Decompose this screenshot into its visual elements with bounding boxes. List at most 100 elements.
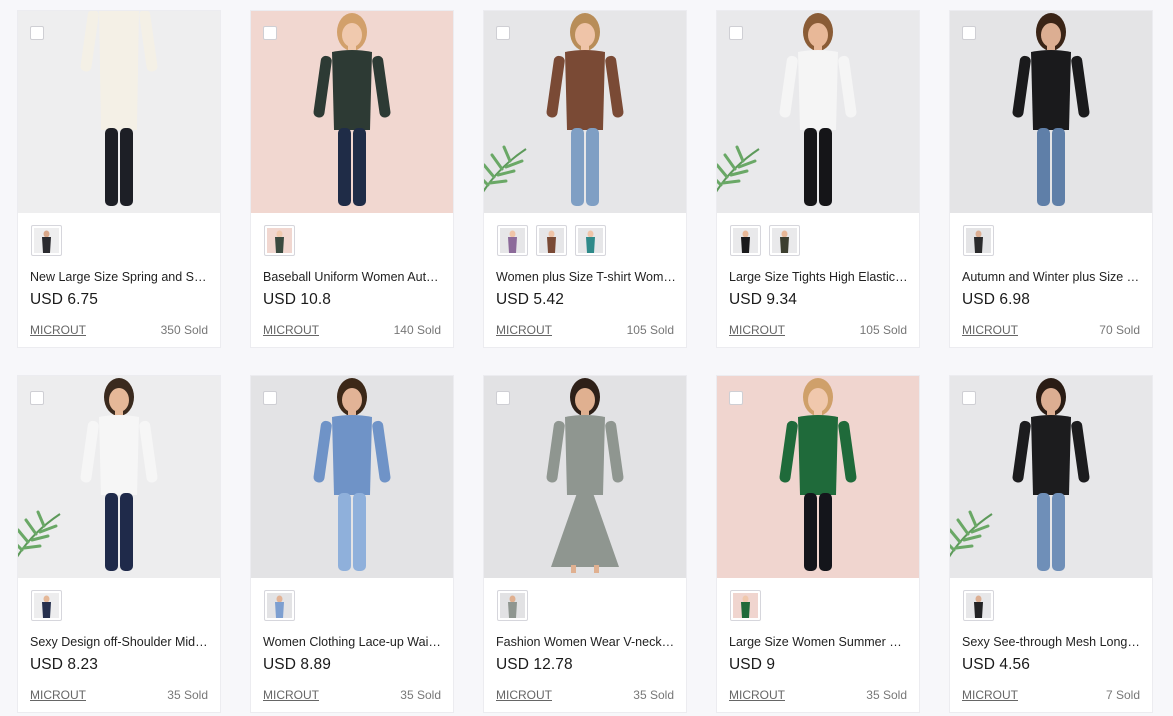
store-link[interactable]: MICROUT (962, 323, 1018, 337)
product-image[interactable] (484, 11, 686, 213)
product-image[interactable] (251, 376, 453, 578)
sold-count: 105 Sold (859, 323, 907, 337)
color-swatch[interactable] (963, 225, 994, 256)
store-link[interactable]: MICROUT (30, 688, 86, 702)
product-card[interactable]: Large Size Women Summer Styl... USD 9 MICR… (716, 375, 920, 713)
color-swatch[interactable] (575, 225, 606, 256)
store-link[interactable]: MICROUT (496, 323, 552, 337)
product-image[interactable] (950, 376, 1152, 578)
model-figure (282, 11, 422, 213)
color-swatch[interactable] (769, 225, 800, 256)
color-swatches (730, 590, 761, 621)
product-card[interactable]: Sexy See-through Mesh Long Sl... USD 4.56… (949, 375, 1153, 713)
product-title[interactable]: Fashion Women Wear V-neck S... (496, 635, 676, 649)
product-title[interactable]: Women plus Size T-shirt Wome... (496, 270, 676, 284)
color-swatch[interactable] (497, 225, 528, 256)
sold-count: 35 Sold (866, 688, 907, 702)
color-swatches (264, 225, 295, 256)
store-link[interactable]: MICROUT (30, 323, 86, 337)
store-link[interactable]: MICROUT (496, 688, 552, 702)
product-title[interactable]: New Large Size Spring and Sum... (30, 270, 210, 284)
sold-count: 35 Sold (167, 688, 208, 702)
product-title[interactable]: Autumn and Winter plus Size W... (962, 270, 1142, 284)
product-price: USD 5.42 (496, 291, 564, 308)
product-price: USD 10.8 (263, 291, 331, 308)
model-figure (981, 376, 1121, 578)
product-image[interactable] (717, 376, 919, 578)
product-title[interactable]: Large Size Tights High Elastic Le... (729, 270, 909, 284)
product-card[interactable]: Baseball Uniform Women Autu... USD 10.8 MI… (250, 10, 454, 348)
select-checkbox[interactable] (263, 391, 277, 405)
select-checkbox[interactable] (729, 391, 743, 405)
color-swatches (264, 590, 295, 621)
sold-count: 35 Sold (400, 688, 441, 702)
product-card[interactable]: Fashion Women Wear V-neck S... USD 12.78 M… (483, 375, 687, 713)
product-image[interactable] (18, 11, 220, 213)
sold-count: 350 Sold (160, 323, 208, 337)
model-figure (981, 11, 1121, 213)
product-price: USD 12.78 (496, 656, 573, 673)
product-title[interactable]: Large Size Women Summer Styl... (729, 635, 909, 649)
model-figure (515, 11, 655, 213)
sold-count: 105 Sold (626, 323, 674, 337)
color-swatches (497, 590, 528, 621)
select-checkbox[interactable] (263, 26, 277, 40)
product-price: USD 8.89 (263, 656, 331, 673)
product-price: USD 6.75 (30, 291, 98, 308)
color-swatches (963, 590, 994, 621)
product-grid: New Large Size Spring and Sum... USD 6.75… (17, 10, 1153, 713)
color-swatches (963, 225, 994, 256)
select-checkbox[interactable] (729, 26, 743, 40)
select-checkbox[interactable] (962, 26, 976, 40)
color-swatch[interactable] (730, 590, 761, 621)
color-swatch[interactable] (264, 225, 295, 256)
product-image[interactable] (950, 11, 1152, 213)
product-card[interactable]: Women Clothing Lace-up Waist... USD 8.89 M… (250, 375, 454, 713)
store-link[interactable]: MICROUT (263, 323, 319, 337)
product-image[interactable] (18, 376, 220, 578)
model-figure (282, 376, 422, 578)
select-checkbox[interactable] (30, 391, 44, 405)
store-link[interactable]: MICROUT (263, 688, 319, 702)
model-figure (49, 11, 189, 213)
model-figure (515, 376, 655, 578)
color-swatch[interactable] (31, 590, 62, 621)
color-swatches (31, 225, 62, 256)
product-title[interactable]: Sexy Design off-Shoulder Mid-L... (30, 635, 210, 649)
sold-count: 70 Sold (1099, 323, 1140, 337)
product-card[interactable]: Sexy Design off-Shoulder Mid-L... USD 8.2… (17, 375, 221, 713)
product-card[interactable]: New Large Size Spring and Sum... USD 6.75… (17, 10, 221, 348)
product-title[interactable]: Women Clothing Lace-up Waist... (263, 635, 443, 649)
store-link[interactable]: MICROUT (962, 688, 1018, 702)
product-image[interactable] (484, 376, 686, 578)
product-card[interactable]: Large Size Tights High Elastic Le... USD … (716, 10, 920, 348)
model-figure (49, 376, 189, 578)
product-price: USD 4.56 (962, 656, 1030, 673)
product-card[interactable]: Autumn and Winter plus Size W... USD 6.98… (949, 10, 1153, 348)
sold-count: 7 Sold (1105, 688, 1140, 702)
color-swatches (730, 225, 800, 256)
select-checkbox[interactable] (30, 26, 44, 40)
color-swatch[interactable] (497, 590, 528, 621)
product-title[interactable]: Sexy See-through Mesh Long Sl... (962, 635, 1142, 649)
product-title[interactable]: Baseball Uniform Women Autu... (263, 270, 443, 284)
product-price: USD 8.23 (30, 656, 98, 673)
product-card[interactable]: Women plus Size T-shirt Wome... USD 5.42 M… (483, 10, 687, 348)
store-link[interactable]: MICROUT (729, 323, 785, 337)
color-swatch[interactable] (31, 225, 62, 256)
product-price: USD 9 (729, 656, 776, 673)
select-checkbox[interactable] (496, 391, 510, 405)
color-swatch[interactable] (963, 590, 994, 621)
select-checkbox[interactable] (496, 26, 510, 40)
product-image[interactable] (251, 11, 453, 213)
product-image[interactable] (717, 11, 919, 213)
sold-count: 35 Sold (633, 688, 674, 702)
product-price: USD 6.98 (962, 291, 1030, 308)
color-swatch[interactable] (264, 590, 295, 621)
select-checkbox[interactable] (962, 391, 976, 405)
color-swatches (31, 590, 62, 621)
color-swatch[interactable] (536, 225, 567, 256)
store-link[interactable]: MICROUT (729, 688, 785, 702)
color-swatch[interactable] (730, 225, 761, 256)
sold-count: 140 Sold (393, 323, 441, 337)
